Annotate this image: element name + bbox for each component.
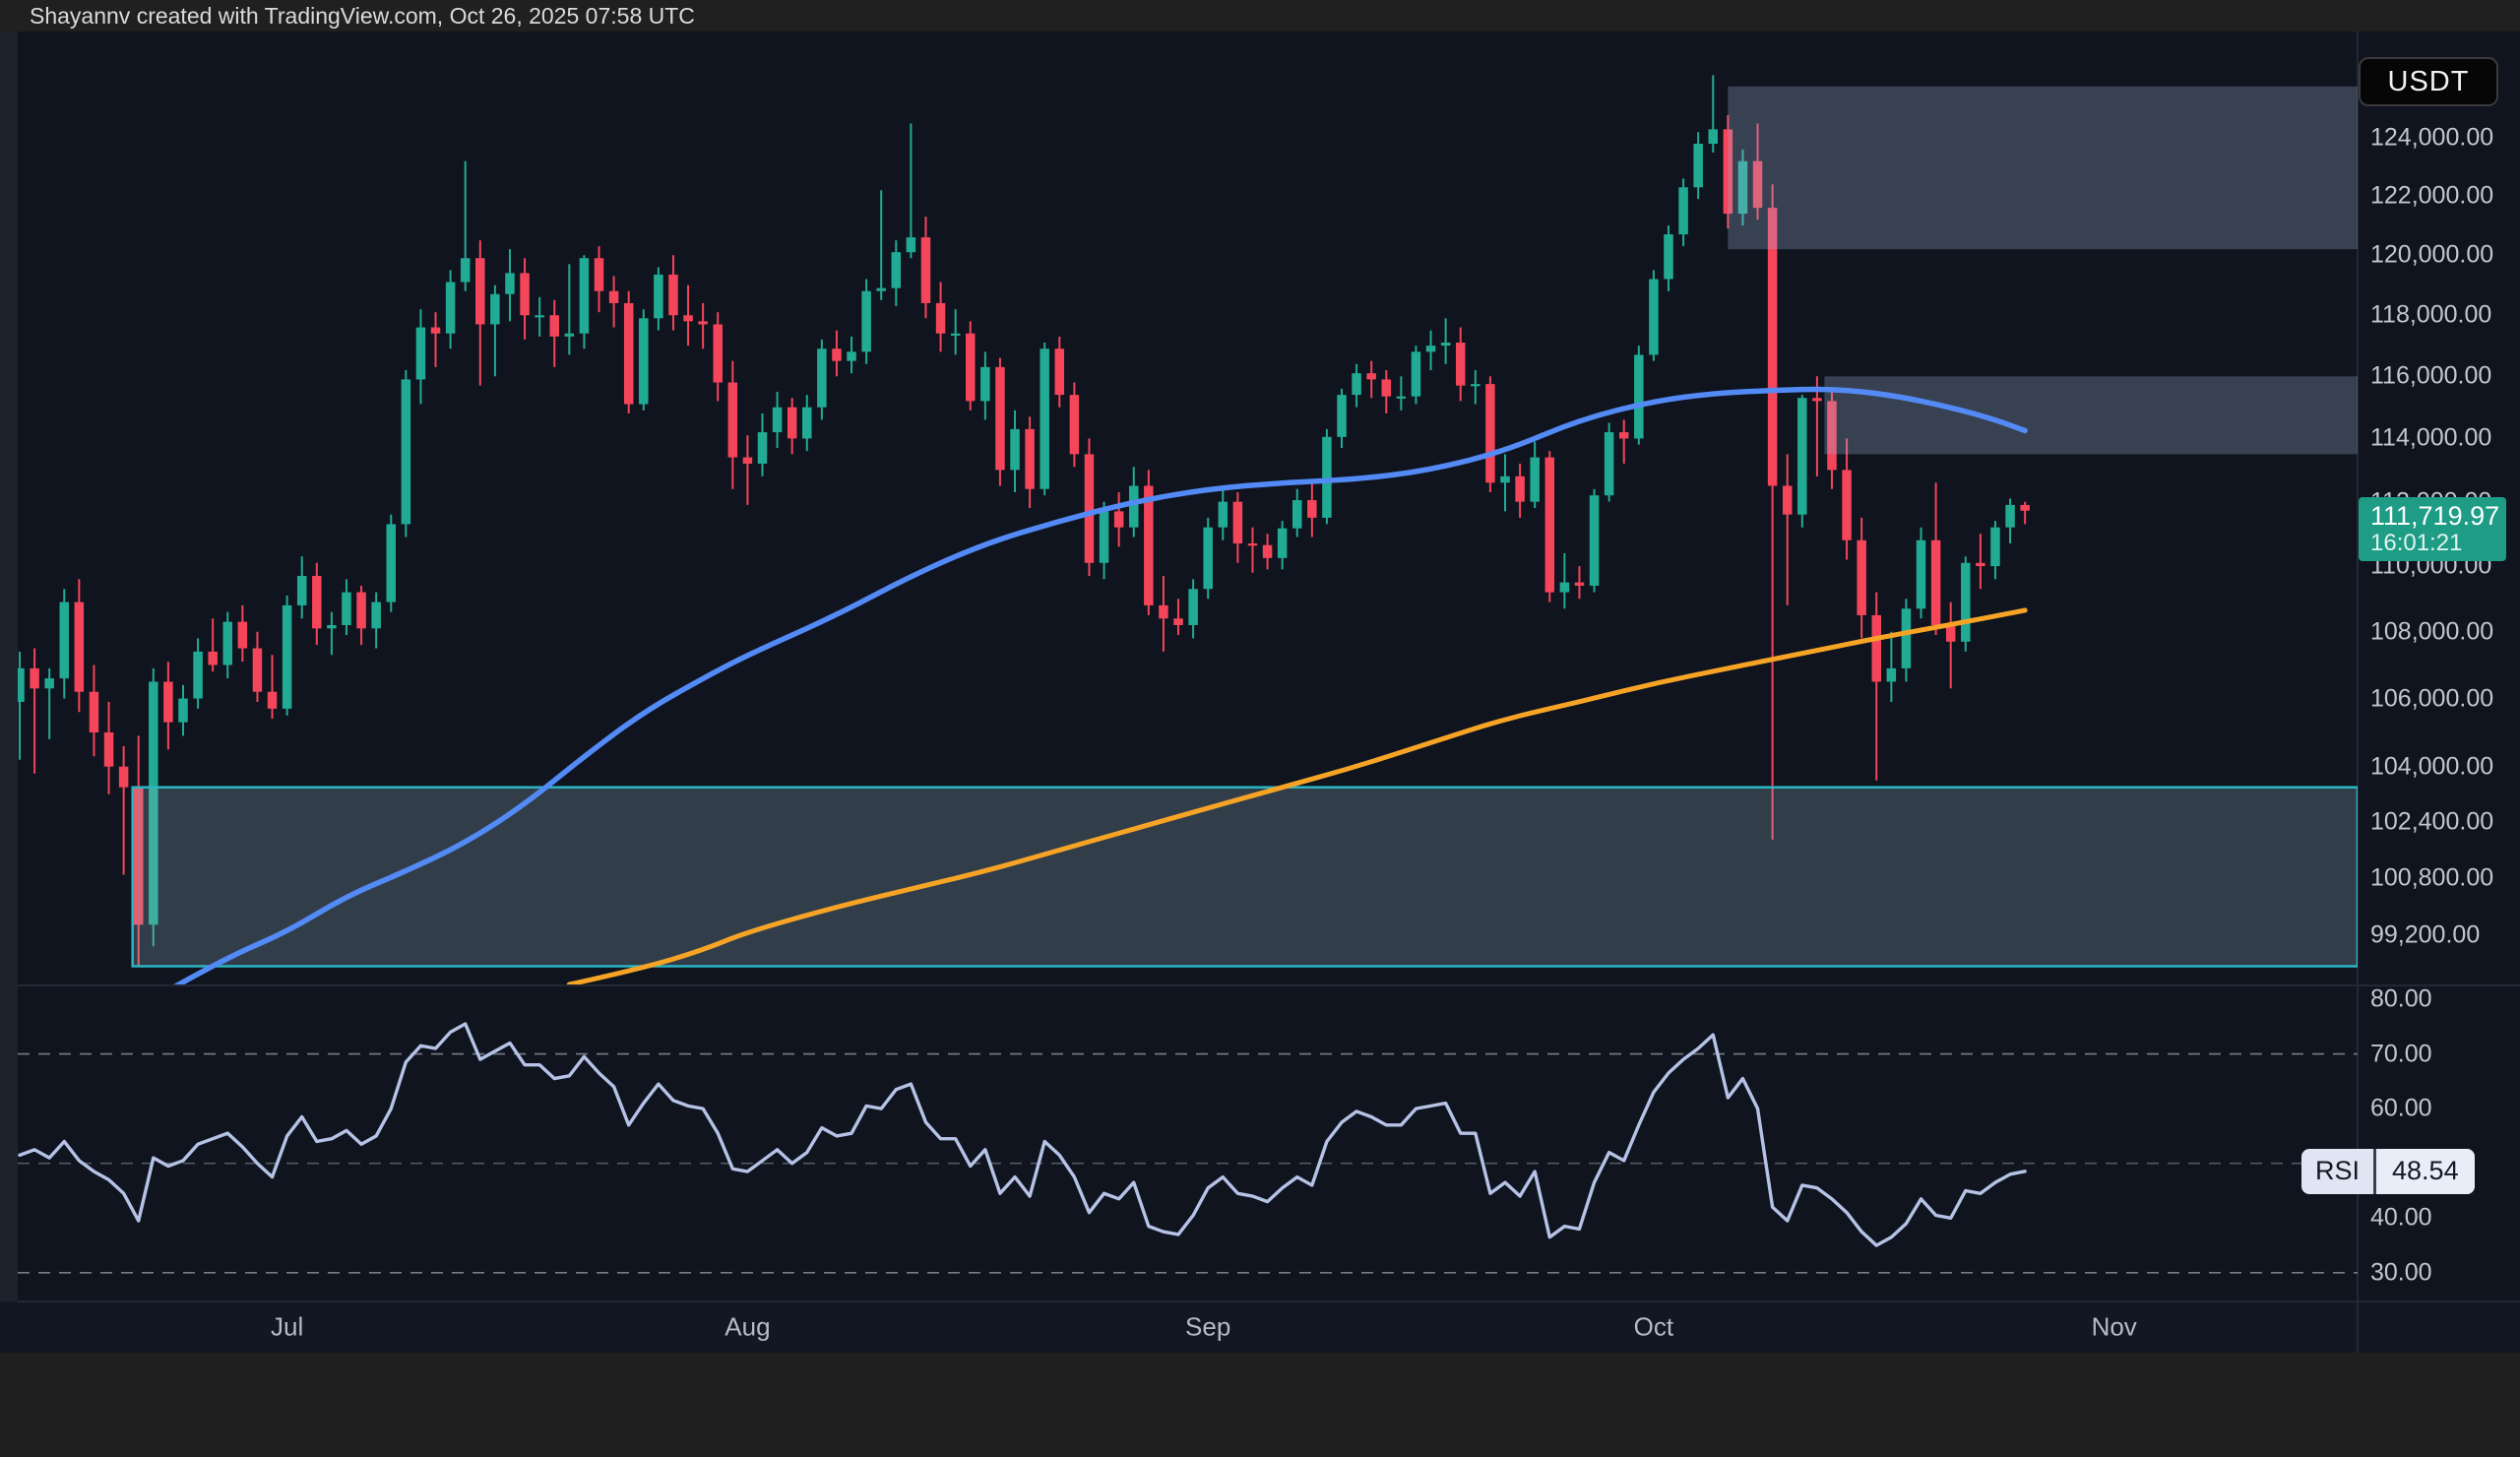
price-axis-label: 122,000.00 (2370, 182, 2493, 211)
price-pane[interactable] (15, 75, 2358, 986)
resistance-zone-mid[interactable] (1824, 376, 2358, 454)
price-axis-label: 108,000.00 (2370, 617, 2493, 646)
rsi-axis-label: 70.00 (2370, 1040, 2432, 1068)
price-axis-label: 106,000.00 (2370, 684, 2493, 713)
price-axis-label: 118,000.00 (2370, 301, 2491, 330)
price-axis-label: 104,000.00 (2370, 752, 2493, 781)
last-price-value: 111,719.97 (2370, 501, 2506, 531)
candle-countdown: 16:01:21 (2370, 531, 2506, 556)
rsi-axis-label: 30.00 (2370, 1258, 2432, 1287)
rsi-value: 48.54 (2376, 1149, 2475, 1194)
tradingview-chart-screenshot: Shayannv created with TradingView.com, O… (0, 0, 2520, 1457)
price-axis-label: 102,400.00 (2370, 807, 2493, 836)
time-axis-month: Jul (271, 1312, 303, 1343)
rsi-pane[interactable] (18, 1024, 2358, 1273)
rsi-axis-label: 60.00 (2370, 1095, 2432, 1123)
price-axis-label: 99,200.00 (2370, 921, 2480, 950)
footer-bar: TradingView (0, 1353, 2520, 1457)
support-zone[interactable] (133, 788, 2358, 967)
time-axis-month: Aug (724, 1312, 770, 1343)
last-price-badge: 111,719.97 16:01:21 (2359, 497, 2506, 561)
price-axis-label: 114,000.00 (2370, 424, 2491, 453)
price-axis-label: 100,800.00 (2370, 864, 2493, 893)
time-axis-month: Nov (2092, 1312, 2137, 1343)
time-axis-month: Oct (1634, 1312, 1673, 1343)
time-axis-month: Sep (1185, 1312, 1230, 1343)
quote-currency-label: USDT (2388, 66, 2470, 98)
rsi-label: RSI (2301, 1149, 2373, 1194)
rsi-axis-label: 80.00 (2370, 985, 2432, 1014)
rsi-value-badge: RSI 48.54 (2301, 1149, 2475, 1194)
rsi-line[interactable] (20, 1024, 2025, 1245)
quote-currency-badge[interactable]: USDT (2359, 57, 2498, 106)
rsi-axis-label: 40.00 (2370, 1204, 2432, 1233)
chart-canvas[interactable] (0, 0, 2520, 1457)
resistance-zone-upper[interactable] (1728, 87, 2358, 249)
price-axis-label: 120,000.00 (2370, 241, 2493, 270)
price-axis-label: 116,000.00 (2370, 362, 2491, 391)
price-axis-label: 124,000.00 (2370, 124, 2493, 153)
